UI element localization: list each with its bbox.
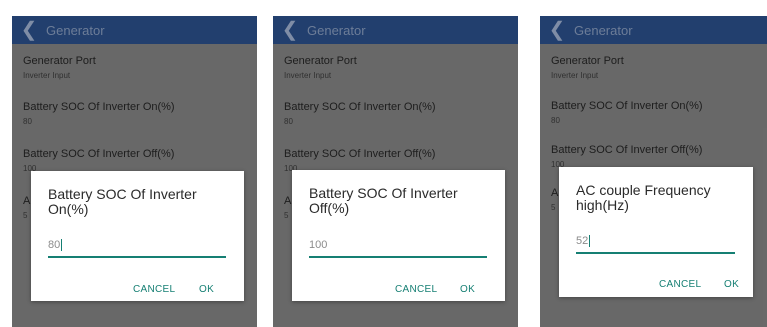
dialog-title: AC couple Frequency high(Hz) xyxy=(576,182,711,213)
chevron-left-icon[interactable]: ❮ xyxy=(12,16,46,44)
edit-value-dialog: Battery SOC Of Inverter Off(%) 100 CANCE… xyxy=(292,170,505,301)
app-bar-title: Generator xyxy=(46,22,105,38)
setting-label: Battery SOC Of Inverter On(%) xyxy=(551,100,703,112)
edit-value-dialog: AC couple Frequency high(Hz) 52 CANCEL O… xyxy=(559,167,753,297)
value-input[interactable]: 100 xyxy=(309,236,487,258)
setting-value: 80 xyxy=(23,117,32,126)
edit-value-dialog: Battery SOC Of Inverter On(%) 80 CANCEL … xyxy=(31,171,244,301)
setting-row-generator-port[interactable]: Generator Port Inverter Input xyxy=(551,55,759,81)
setting-row-soc-on[interactable]: Battery SOC Of Inverter On(%) 80 xyxy=(551,100,759,126)
setting-label: Battery SOC Of Inverter Off(%) xyxy=(551,144,703,156)
cancel-button[interactable]: CANCEL xyxy=(395,284,437,295)
setting-value: Inverter Input xyxy=(551,71,599,80)
text-caret xyxy=(589,235,591,248)
setting-label: Generator Port xyxy=(284,55,357,67)
setting-label: Generator Port xyxy=(551,55,624,67)
cancel-button[interactable]: CANCEL xyxy=(659,279,701,290)
setting-label: Battery SOC Of Inverter On(%) xyxy=(23,101,175,113)
setting-value: 80 xyxy=(284,117,293,126)
app-bar: ❮ Generator xyxy=(273,16,518,44)
ok-button[interactable]: OK xyxy=(460,284,475,295)
settings-screen-1: ❮ Generator Generator Port Inverter Inpu… xyxy=(12,16,257,327)
value-input[interactable]: 80 xyxy=(48,236,226,258)
input-value: 100 xyxy=(309,239,328,251)
ok-button[interactable]: OK xyxy=(199,284,214,295)
setting-row-generator-port[interactable]: Generator Port Inverter Input xyxy=(23,55,249,81)
value-input[interactable]: 52 xyxy=(576,232,735,254)
setting-label: Battery SOC Of Inverter Off(%) xyxy=(23,148,175,160)
dialog-title: Battery SOC Of Inverter Off(%) xyxy=(309,185,458,216)
setting-row-soc-on[interactable]: Battery SOC Of Inverter On(%) 80 xyxy=(23,101,249,127)
cancel-button[interactable]: CANCEL xyxy=(133,284,175,295)
app-bar: ❮ Generator xyxy=(540,16,767,44)
chevron-left-icon[interactable]: ❮ xyxy=(540,16,574,44)
app-bar-title: Generator xyxy=(307,22,366,38)
setting-value: Inverter Input xyxy=(284,71,332,80)
setting-value: Inverter Input xyxy=(23,71,71,80)
app-bar-title: Generator xyxy=(574,22,633,38)
text-caret xyxy=(61,239,63,252)
setting-label: Battery SOC Of Inverter Off(%) xyxy=(284,148,436,160)
setting-row-generator-port[interactable]: Generator Port Inverter Input xyxy=(284,55,510,81)
setting-label: Generator Port xyxy=(23,55,96,67)
chevron-left-icon[interactable]: ❮ xyxy=(273,16,307,44)
settings-screen-2: ❮ Generator Generator Port Inverter Inpu… xyxy=(273,16,518,327)
dialog-title: Battery SOC Of Inverter On(%) xyxy=(48,186,197,217)
setting-label: Battery SOC Of Inverter On(%) xyxy=(284,101,436,113)
input-value: 80 xyxy=(48,239,61,251)
ok-button[interactable]: OK xyxy=(724,279,739,290)
setting-value: 80 xyxy=(551,116,560,125)
input-value: 52 xyxy=(576,235,589,247)
setting-row-soc-on[interactable]: Battery SOC Of Inverter On(%) 80 xyxy=(284,101,510,127)
settings-screen-3: ❮ Generator Generator Port Inverter Inpu… xyxy=(540,16,767,327)
app-bar: ❮ Generator xyxy=(12,16,257,44)
